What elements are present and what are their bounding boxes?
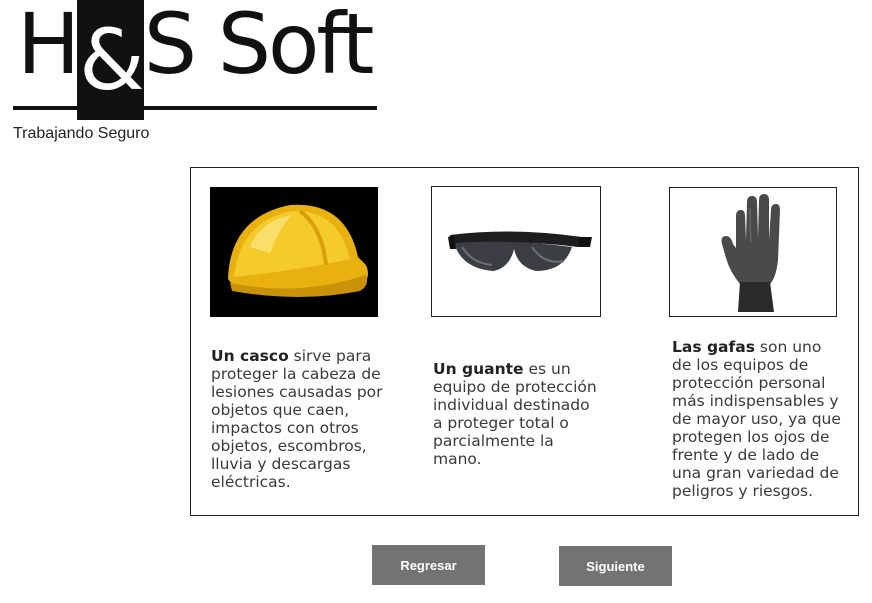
glasses-text: son uno de los equipos de protección per…: [672, 338, 841, 500]
glasses-title: Las gafas: [672, 338, 755, 356]
helmet-title: Un casco: [211, 347, 289, 365]
brand-tagline: Trabajando Seguro: [13, 125, 150, 142]
equipment-panel: Un casco sirve para proteger la cabeza d…: [190, 167, 859, 516]
back-button[interactable]: Regresar: [372, 545, 485, 585]
rubber-glove-image: [669, 187, 837, 317]
glove-description: Un guante es un equipo de protección ind…: [433, 360, 603, 468]
glove-title: Un guante: [433, 360, 524, 378]
brand-name-left: H: [17, 0, 80, 93]
brand-logo: H&S Soft Trabajando Seguro: [13, 0, 383, 150]
logo-underline: [13, 106, 377, 110]
hard-hat-image: [210, 187, 378, 317]
helmet-description: Un casco sirve para proteger la cabeza d…: [211, 347, 391, 491]
brand-name-amp: &: [77, 0, 145, 120]
next-button[interactable]: Siguiente: [559, 546, 672, 586]
helmet-text: sirve para proteger la cabeza de lesione…: [211, 347, 383, 491]
brand-name-right: S Soft: [143, 0, 375, 93]
safety-glasses-image: [431, 186, 601, 317]
brand-name: H&S Soft: [17, 0, 375, 120]
glasses-description: Las gafas son uno de los equipos de prot…: [672, 338, 842, 500]
